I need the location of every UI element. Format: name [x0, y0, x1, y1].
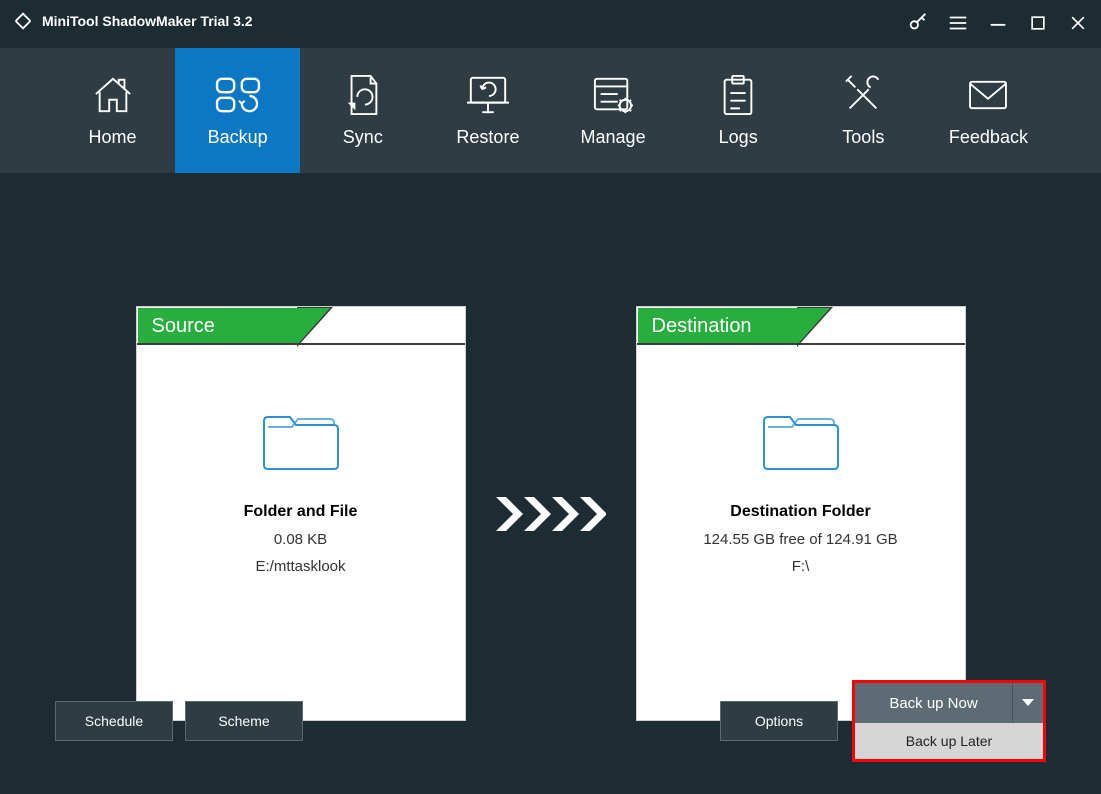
destination-card[interactable]: Destination Destination Folder 124.55 GB… — [636, 306, 966, 721]
destination-free: 124.55 GB free of 124.91 GB — [637, 531, 965, 548]
nav-home[interactable]: Home — [50, 48, 175, 173]
tools-icon — [842, 73, 884, 117]
source-path: E:/mttasklook — [137, 558, 465, 575]
button-label: Scheme — [218, 713, 269, 729]
bottom-bar: Schedule Scheme Options Back up Now Back… — [0, 680, 1101, 762]
minimize-icon[interactable] — [987, 12, 1009, 34]
backup-dropdown-button[interactable] — [1013, 683, 1043, 723]
feedback-icon — [966, 73, 1010, 117]
sync-icon — [345, 73, 381, 117]
source-title: Folder and File — [137, 503, 465, 521]
nav-sync[interactable]: Sync — [300, 48, 425, 173]
app-title: MiniTool ShadowMaker Trial 3.2 — [42, 13, 253, 29]
arrows-icon — [496, 494, 606, 534]
button-label: Back up Later — [906, 733, 992, 749]
destination-path: F:\ — [637, 558, 965, 575]
nav-label: Tools — [842, 127, 884, 148]
menu-icon[interactable] — [947, 12, 969, 34]
home-icon — [90, 73, 136, 117]
chevron-down-icon — [1022, 699, 1034, 707]
nav-feedback[interactable]: Feedback — [926, 48, 1051, 173]
button-label: Back up Now — [889, 695, 977, 712]
nav-label: Feedback — [949, 127, 1028, 148]
main-nav: Home Backup Sync — [0, 48, 1101, 173]
nav-tools[interactable]: Tools — [801, 48, 926, 173]
nav-label: Restore — [456, 127, 519, 148]
nav-label: Sync — [343, 127, 383, 148]
logs-icon — [720, 73, 756, 117]
close-icon[interactable] — [1067, 12, 1089, 34]
nav-logs[interactable]: Logs — [676, 48, 801, 173]
folder-icon — [137, 405, 465, 475]
app-logo-icon — [12, 10, 34, 32]
nav-label: Home — [89, 127, 137, 148]
destination-title: Destination Folder — [637, 503, 965, 521]
button-label: Schedule — [85, 713, 143, 729]
restore-icon — [465, 73, 511, 117]
nav-label: Backup — [208, 127, 268, 148]
maximize-icon[interactable] — [1027, 12, 1049, 34]
source-tab-label: Source — [138, 308, 298, 344]
key-icon[interactable] — [907, 12, 929, 34]
backup-later-button[interactable]: Back up Later — [855, 723, 1043, 759]
title-bar: MiniTool ShadowMaker Trial 3.2 — [0, 0, 1101, 48]
nav-manage[interactable]: Manage — [551, 48, 676, 173]
folder-icon — [637, 405, 965, 475]
backup-now-button[interactable]: Back up Now — [855, 683, 1013, 723]
button-label: Options — [755, 713, 803, 729]
backup-icon — [213, 73, 263, 117]
backup-button-group: Back up Now Back up Later — [852, 680, 1046, 762]
schedule-button[interactable]: Schedule — [55, 701, 173, 741]
nav-restore[interactable]: Restore — [425, 48, 550, 173]
source-size: 0.08 KB — [137, 531, 465, 548]
nav-label: Manage — [581, 127, 646, 148]
source-card[interactable]: Source Folder and File 0.08 KB E:/mttask… — [136, 306, 466, 721]
nav-backup[interactable]: Backup — [175, 48, 300, 173]
nav-label: Logs — [719, 127, 758, 148]
options-button[interactable]: Options — [720, 701, 838, 741]
scheme-button[interactable]: Scheme — [185, 701, 303, 741]
manage-icon — [591, 73, 635, 117]
destination-tab-label: Destination — [638, 308, 798, 344]
